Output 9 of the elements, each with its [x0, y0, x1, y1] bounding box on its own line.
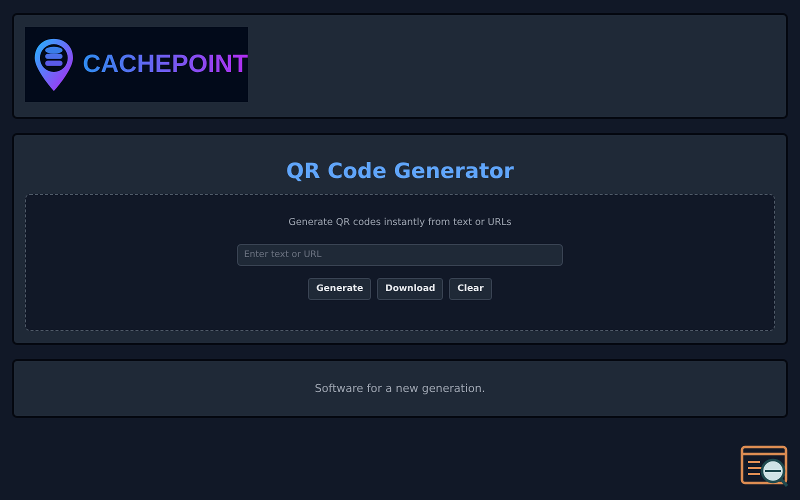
action-button[interactable]: Download	[377, 278, 444, 300]
action-button[interactable]: Generate	[308, 278, 372, 300]
subtitle: Generate QR codes instantly from text or URLs	[288, 217, 512, 228]
page-title: QR Code Generator	[286, 159, 514, 183]
text-input-field[interactable]: Enter text or URL	[237, 244, 563, 266]
logo: CACHEPOINT	[25, 27, 248, 102]
action-button[interactable]: Clear	[449, 278, 492, 300]
footer-text: Software for a new generation.	[314, 382, 486, 395]
browser-search-icon[interactable]	[740, 445, 790, 489]
